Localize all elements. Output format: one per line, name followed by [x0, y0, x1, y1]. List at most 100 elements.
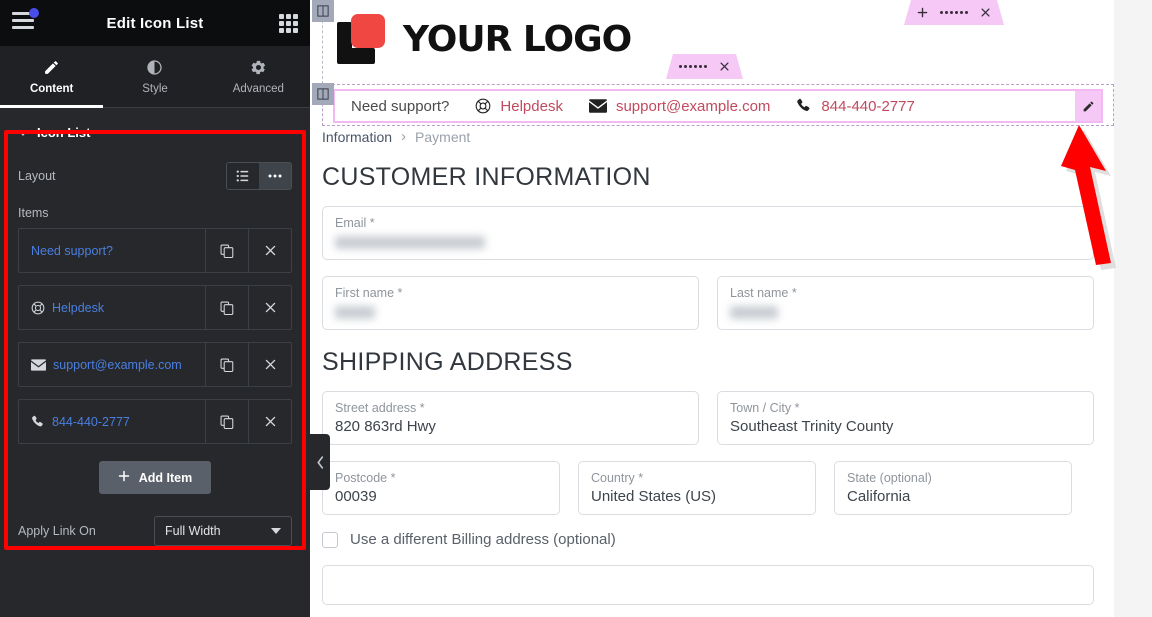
section-icon-list-header[interactable]: Icon List — [0, 108, 310, 140]
icon-list-item[interactable]: 844-440-2777 — [796, 97, 915, 115]
layout-toggle-group — [226, 162, 292, 190]
notification-dot-icon — [29, 8, 39, 18]
life-ring-icon — [475, 98, 491, 114]
chevron-down-icon — [271, 528, 281, 534]
street-address-value: 820 863rd Hwy — [335, 418, 436, 435]
envelope-icon — [588, 99, 607, 113]
tab-content[interactable]: Content — [0, 46, 104, 108]
state-field[interactable]: State (optional) California — [834, 461, 1072, 515]
breadcrumb-next[interactable]: Payment — [415, 129, 470, 145]
item-main[interactable]: Helpdesk — [19, 286, 205, 329]
customer-fields: Email * First name * Last name * — [322, 206, 1094, 330]
contrast-circle-icon — [146, 59, 163, 76]
elementor-panel: Edit Icon List Content Style Advanced Ic… — [0, 0, 310, 617]
icon-list-item-label: Helpdesk — [500, 97, 563, 115]
item-label: Need support? — [31, 243, 114, 258]
postcode-label: Postcode * — [335, 471, 396, 485]
breadcrumb: Information › Payment — [322, 128, 1094, 145]
item-main[interactable]: support@example.com — [19, 343, 205, 386]
apply-link-on-select[interactable]: Full Width — [154, 516, 292, 546]
close-icon[interactable] — [248, 400, 291, 443]
tab-advanced[interactable]: Advanced — [207, 46, 310, 107]
plus-icon[interactable] — [917, 7, 928, 18]
first-name-value-redacted — [335, 306, 375, 319]
column-handle-icon[interactable] — [312, 0, 334, 22]
list-item[interactable]: support@example.com — [18, 342, 292, 387]
street-address-label: Street address * — [335, 401, 425, 415]
icon-list-item-label: Need support? — [351, 97, 450, 115]
logo-text: YOUR LOGO — [403, 18, 632, 60]
name-row: First name * Last name * — [322, 276, 1094, 330]
item-label: support@example.com — [53, 357, 182, 372]
state-value: California — [847, 488, 911, 505]
billing-address-checkbox[interactable] — [322, 531, 338, 548]
icon-list-item[interactable]: Need support? — [351, 98, 449, 115]
item-label: 844-440-2777 — [52, 414, 130, 429]
widget-toolbar[interactable] — [666, 54, 743, 79]
layout-inline-button[interactable] — [259, 163, 291, 189]
close-icon[interactable] — [719, 61, 730, 72]
layout-stacked-button[interactable] — [227, 163, 259, 189]
checkout-form: Information › Payment CUSTOMER INFORMATI… — [322, 128, 1094, 605]
icon-list-item-label: 844-440-2777 — [821, 97, 915, 115]
email-row: Email * — [322, 206, 1094, 260]
email-field[interactable]: Email * — [322, 206, 1094, 260]
items-label: Items — [18, 206, 49, 220]
phone-icon — [796, 98, 812, 114]
city-field[interactable]: Town / City * Southeast Trinity County — [717, 391, 1094, 445]
duplicate-icon[interactable] — [205, 343, 248, 386]
postcode-value: 00039 — [335, 488, 377, 505]
email-value-redacted — [335, 236, 485, 249]
list-item[interactable]: Need support? — [18, 228, 292, 273]
close-icon[interactable] — [980, 7, 991, 18]
item-label: Helpdesk — [52, 300, 105, 315]
add-item-label: Add Item — [138, 470, 193, 485]
duplicate-icon[interactable] — [205, 229, 248, 272]
pencil-icon — [43, 59, 60, 76]
icon-list-item[interactable]: support@example.com — [588, 98, 770, 115]
add-item-row: Add Item — [18, 456, 292, 494]
last-name-field[interactable]: Last name * — [717, 276, 1094, 330]
city-value: Southeast Trinity County — [730, 418, 894, 435]
icon-list-item[interactable]: Helpdesk — [475, 98, 563, 115]
shipping-fields: Street address * 820 863rd Hwy Town / Ci… — [322, 391, 1094, 605]
close-icon[interactable] — [248, 229, 291, 272]
breadcrumb-current[interactable]: Information — [322, 129, 392, 145]
edit-widget-pencil-icon[interactable] — [1075, 91, 1101, 121]
duplicate-icon[interactable] — [205, 400, 248, 443]
shipping-address-heading: SHIPPING ADDRESS — [322, 348, 573, 376]
street-address-field[interactable]: Street address * 820 863rd Hwy — [322, 391, 699, 445]
next-field-partial[interactable] — [322, 565, 1094, 605]
hamburger-icon[interactable] — [12, 8, 39, 34]
drag-dots-icon[interactable] — [940, 11, 968, 14]
logo-mark-icon — [335, 14, 387, 64]
address-row: Street address * 820 863rd Hwy Town / Ci… — [322, 391, 1094, 445]
customer-information-heading: CUSTOMER INFORMATION — [322, 163, 651, 191]
add-item-button[interactable]: Add Item — [98, 461, 212, 494]
postcode-field[interactable]: Postcode * 00039 — [322, 461, 560, 515]
first-name-field[interactable]: First name * — [322, 276, 699, 330]
icon-list-widget[interactable]: Need support? Helpdesk support@example.c… — [333, 89, 1103, 123]
grid-apps-icon[interactable] — [279, 14, 298, 33]
close-icon[interactable] — [248, 343, 291, 386]
panel-collapse-button[interactable] — [310, 434, 330, 490]
gear-icon — [250, 59, 267, 76]
life-ring-icon — [31, 301, 45, 315]
column-handle-icon[interactable] — [312, 83, 334, 105]
item-main[interactable]: Need support? — [19, 229, 205, 272]
item-main[interactable]: 844-440-2777 — [19, 400, 205, 443]
phone-icon — [31, 415, 45, 429]
close-icon[interactable] — [248, 286, 291, 329]
billing-address-row: Use a different Billing address (optiona… — [322, 531, 1094, 548]
email-label: Email * — [335, 216, 375, 230]
list-item[interactable]: Helpdesk — [18, 285, 292, 330]
icon-list-section: Need support? Helpdesk support@example.c… — [312, 83, 1114, 126]
list-item[interactable]: 844-440-2777 — [18, 399, 292, 444]
tab-style[interactable]: Style — [103, 46, 206, 107]
drag-dots-icon[interactable] — [679, 65, 707, 68]
duplicate-icon[interactable] — [205, 286, 248, 329]
last-name-label: Last name * — [730, 286, 797, 300]
tab-content-label: Content — [29, 82, 74, 95]
country-field[interactable]: Country * United States (US) — [578, 461, 816, 515]
section-toolbar[interactable] — [904, 0, 1004, 25]
